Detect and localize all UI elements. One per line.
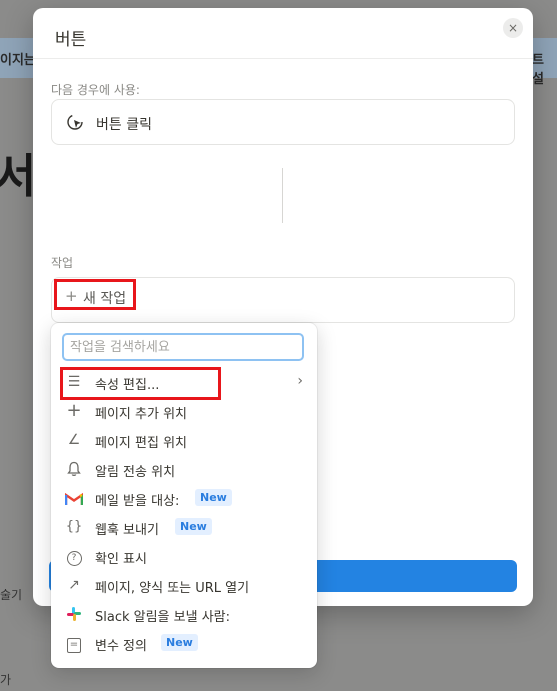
close-button[interactable]: × [503,18,523,38]
menu-item-add-page[interactable]: + 페이지 추가 위치 [51,397,317,426]
action-dropdown: ☰ 속성 편집... › + 페이지 추가 위치 ∠ 페이지 편집 위치 알림 … [51,323,317,668]
trigger-section-label: 다음 경우에 사용: [51,83,140,97]
gmail-icon [65,492,83,505]
cursor-click-icon [67,114,83,130]
new-action-label: 새 작업 [83,291,127,307]
action-list: + 새 작업 [51,277,515,323]
plus-icon: + [66,400,82,421]
background-text-bottom: 가 [0,673,12,687]
menu-item-label: 페이지 추가 위치 [95,407,187,422]
flow-connector [282,168,283,223]
background-heading: 서 [0,149,37,203]
question-circle-icon: ? [65,547,83,566]
new-badge: New [161,634,198,651]
menu-item-send-mail[interactable]: 메일 받을 대상: New [51,484,317,513]
menu-item-define-variable[interactable]: = 변수 정의 New [51,629,317,658]
menu-item-label: 페이지, 양식 또는 URL 열기 [95,581,250,596]
edit-angle-icon: ∠ [67,432,81,448]
action-search-input[interactable] [62,333,304,361]
menu-item-label: 알림 전송 위치 [95,465,176,480]
background-text-lower: 술기 [0,588,23,602]
slack-icon [67,607,81,621]
list-icon: ☰ [67,374,81,390]
plus-icon: + [65,287,78,305]
menu-item-open-url[interactable]: ↗ 페이지, 양식 또는 URL 열기 [51,571,317,600]
trigger-selector[interactable]: 버튼 클릭 [51,99,515,145]
menu-item-label: Slack 알림을 보낼 사람: [95,610,231,625]
menu-item-label: 확인 표시 [95,552,147,567]
bell-icon [67,461,81,476]
chevron-right-icon: › [297,373,303,389]
menu-item-edit-page[interactable]: ∠ 페이지 편집 위치 [51,426,317,455]
background-text-right: 트 설 [532,53,544,87]
action-section-label: 작업 [51,256,74,270]
new-badge: New [175,518,212,535]
new-badge: New [195,489,232,506]
close-icon: × [507,21,519,35]
menu-item-label: 속성 편집... [95,378,160,393]
modal-title: 버튼 [55,30,87,50]
background-text-left: 이지는 [0,53,36,68]
menu-item-label: 페이지 편집 위치 [95,436,187,451]
braces-icon: {} [65,519,83,534]
question-glyph: ? [66,551,82,566]
menu-item-edit-property[interactable]: ☰ 속성 편집... › [51,368,317,397]
menu-item-send-notification[interactable]: 알림 전송 위치 [51,455,317,484]
trigger-value: 버튼 클릭 [96,117,152,133]
menu-item-label: 웹훅 보내기 [95,523,159,538]
modal-divider [33,58,533,59]
menu-item-send-webhook[interactable]: {} 웹훅 보내기 New [51,513,317,542]
variable-icon: = [65,634,83,653]
menu-item-label: 변수 정의 [95,639,147,654]
arrow-up-right-icon: ↗ [68,577,80,593]
new-action-button[interactable]: + 새 작업 [54,279,136,310]
menu-item-label: 메일 받을 대상: [95,494,180,509]
menu-item-slack[interactable]: Slack 알림을 보낼 사람: [51,600,317,629]
variable-glyph: = [67,638,81,653]
menu-item-show-confirmation[interactable]: ? 확인 표시 [51,542,317,571]
